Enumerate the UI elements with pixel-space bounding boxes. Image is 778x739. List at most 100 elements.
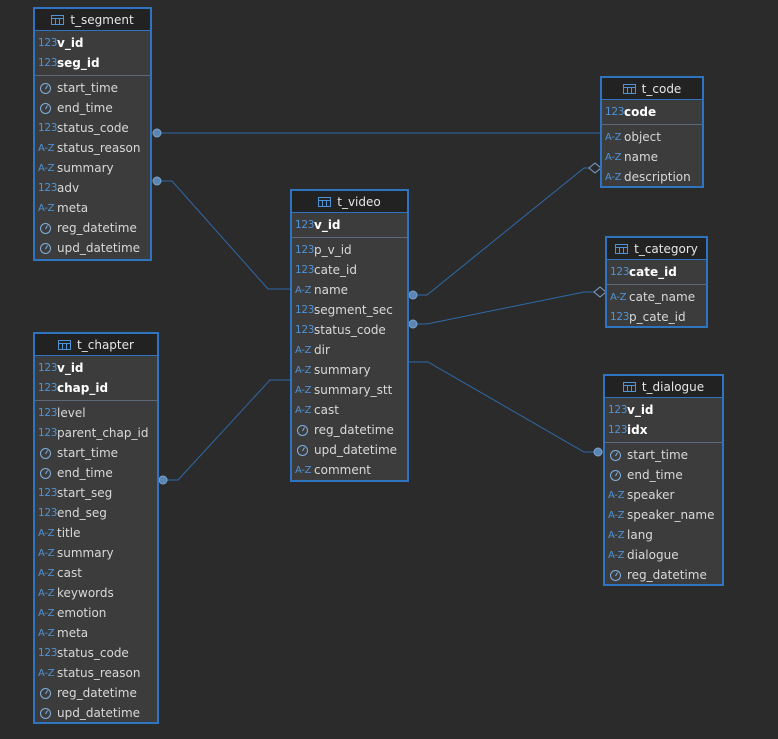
- entity-header[interactable]: t_video: [292, 191, 407, 213]
- column-row[interactable]: A-Z status_reason: [35, 663, 157, 683]
- column-row[interactable]: 123 parent_chap_id: [35, 423, 157, 443]
- column-row[interactable]: 123 p_cate_id: [607, 307, 706, 327]
- column-row[interactable]: A-Z dir: [292, 340, 407, 360]
- key-column-row[interactable]: 123 code: [602, 102, 702, 122]
- column-row[interactable]: 123 adv: [35, 178, 150, 198]
- entity-header[interactable]: t_segment: [35, 9, 150, 31]
- column-row[interactable]: end_time: [605, 465, 722, 485]
- column-row[interactable]: 123 status_code: [292, 320, 407, 340]
- entity-header[interactable]: t_code: [602, 78, 702, 100]
- column-name: description: [624, 170, 691, 184]
- column-row[interactable]: reg_datetime: [605, 565, 722, 585]
- column-name: upd_datetime: [57, 241, 141, 255]
- column-row[interactable]: A-Z summary: [35, 158, 150, 178]
- column-row[interactable]: 123 segment_sec: [292, 300, 407, 320]
- column-row[interactable]: A-Z summary: [292, 360, 407, 380]
- entity-header[interactable]: t_chapter: [35, 334, 157, 356]
- column-row[interactable]: 123 status_code: [35, 643, 157, 663]
- column-row[interactable]: upd_datetime: [35, 238, 150, 258]
- column-row[interactable]: A-Z cate_name: [607, 287, 706, 307]
- column-row[interactable]: A-Z summary: [35, 543, 157, 563]
- text-type-icon: A-Z: [605, 171, 622, 183]
- column-row[interactable]: A-Z speaker: [605, 485, 722, 505]
- entity-t_dialogue[interactable]: t_dialogue 123 v_id 123 idx start_time end_tim…: [603, 374, 724, 586]
- entity-header[interactable]: t_category: [607, 238, 706, 260]
- column-name: idx: [627, 423, 648, 437]
- numeric-type-icon: 123: [295, 264, 315, 276]
- clock-icon: [38, 82, 56, 94]
- column-name: status_reason: [57, 666, 141, 680]
- column-row[interactable]: start_time: [35, 78, 150, 98]
- column-row[interactable]: 123 cate_id: [292, 260, 407, 280]
- column-row[interactable]: A-Z meta: [35, 623, 157, 643]
- text-type-icon: A-Z: [38, 162, 55, 174]
- key-column-row[interactable]: 123 v_id: [35, 358, 157, 378]
- entity-title: t_code: [641, 81, 682, 96]
- key-column-row[interactable]: 123 chap_id: [35, 378, 157, 398]
- column-name: speaker: [627, 488, 675, 502]
- numeric-type-icon: 123: [38, 122, 58, 134]
- text-type-icon: A-Z: [38, 587, 55, 599]
- table-grid-icon: [51, 14, 65, 25]
- column-row[interactable]: end_time: [35, 463, 157, 483]
- column-row[interactable]: start_time: [605, 445, 722, 465]
- entity-t_code[interactable]: t_code 123 code A-Z object A-Z name A-Z descript…: [600, 76, 704, 188]
- column-row[interactable]: A-Z comment: [292, 460, 407, 480]
- numeric-type-icon: 123: [608, 424, 628, 436]
- key-column-row[interactable]: 123 idx: [605, 420, 722, 440]
- entity-t_segment[interactable]: t_segment 123 v_id 123 seg_id start_time end_t…: [33, 7, 152, 261]
- column-row[interactable]: reg_datetime: [35, 683, 157, 703]
- text-type-icon: A-Z: [295, 404, 312, 416]
- key-column-row[interactable]: 123 v_id: [292, 215, 407, 235]
- entity-header[interactable]: t_dialogue: [605, 376, 722, 398]
- column-row[interactable]: A-Z meta: [35, 198, 150, 218]
- column-name: summary: [57, 161, 114, 175]
- key-column-row[interactable]: 123 v_id: [35, 33, 150, 53]
- column-row[interactable]: A-Z cast: [292, 400, 407, 420]
- key-column-row[interactable]: 123 v_id: [605, 400, 722, 420]
- column-row[interactable]: A-Z speaker_name: [605, 505, 722, 525]
- column-row[interactable]: A-Z emotion: [35, 603, 157, 623]
- entity-t_chapter[interactable]: t_chapter 123 v_id 123 chap_id 123 level 123 par…: [33, 332, 159, 724]
- column-row[interactable]: A-Z summary_stt: [292, 380, 407, 400]
- column-row[interactable]: A-Z title: [35, 523, 157, 543]
- column-row[interactable]: A-Z dialogue: [605, 545, 722, 565]
- column-name: v_id: [57, 36, 84, 50]
- entity-t_category[interactable]: t_category 123 cate_id A-Z cate_name 123 p_cat…: [605, 236, 708, 328]
- column-row[interactable]: 123 level: [35, 403, 157, 423]
- column-name: start_time: [627, 448, 689, 462]
- column-row[interactable]: 123 status_code: [35, 118, 150, 138]
- column-row[interactable]: 123 end_seg: [35, 503, 157, 523]
- table-grid-icon: [622, 381, 636, 392]
- column-row[interactable]: reg_datetime: [292, 420, 407, 440]
- column-name: level: [57, 406, 86, 420]
- column-row[interactable]: reg_datetime: [35, 218, 150, 238]
- text-type-icon: A-Z: [608, 489, 625, 501]
- column-row[interactable]: A-Z description: [602, 167, 702, 187]
- key-column-row[interactable]: 123 seg_id: [35, 53, 150, 73]
- column-row[interactable]: start_time: [35, 443, 157, 463]
- text-type-icon: A-Z: [608, 509, 625, 521]
- column-row[interactable]: A-Z name: [602, 147, 702, 167]
- column-name: v_id: [627, 403, 654, 417]
- numeric-type-icon: 123: [608, 404, 628, 416]
- column-row[interactable]: A-Z cast: [35, 563, 157, 583]
- column-row[interactable]: 123 start_seg: [35, 483, 157, 503]
- column-row[interactable]: A-Z status_reason: [35, 138, 150, 158]
- text-type-icon: A-Z: [38, 527, 55, 539]
- column-row[interactable]: upd_datetime: [35, 703, 157, 723]
- numeric-type-icon: 123: [295, 219, 315, 231]
- column-row[interactable]: A-Z name: [292, 280, 407, 300]
- key-column-row[interactable]: 123 cate_id: [607, 262, 706, 282]
- column-name: name: [624, 150, 659, 164]
- column-row[interactable]: upd_datetime: [292, 440, 407, 460]
- column-row[interactable]: A-Z lang: [605, 525, 722, 545]
- column-name: object: [624, 130, 661, 144]
- entity-t_video[interactable]: t_video 123 v_id 123 p_v_id 123 cate_id A-Z name…: [290, 189, 409, 482]
- column-row[interactable]: 123 p_v_id: [292, 240, 407, 260]
- column-row[interactable]: A-Z object: [602, 127, 702, 147]
- column-row[interactable]: end_time: [35, 98, 150, 118]
- link-video-code: [413, 167, 601, 296]
- column-row[interactable]: A-Z keywords: [35, 583, 157, 603]
- column-name: segment_sec: [314, 303, 393, 317]
